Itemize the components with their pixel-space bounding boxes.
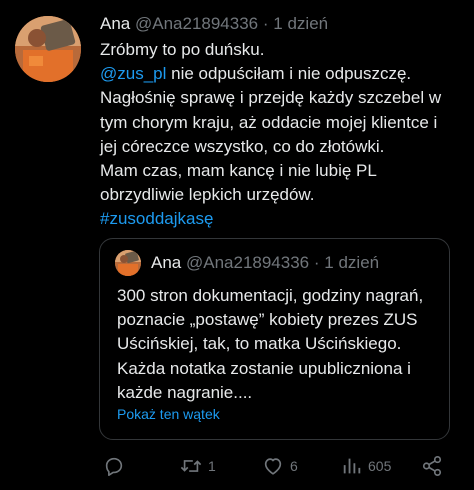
- tweet-line: Zróbmy to po duńsku.: [100, 40, 265, 59]
- quoted-tweet[interactable]: Ana @Ana21894336 · 1 dzień 300 stron dok…: [99, 238, 450, 440]
- quoted-avatar-image: [115, 250, 141, 276]
- avatar-image: [15, 16, 81, 82]
- tweet-line: Nagłośnię sprawę i przejdę każdy szczebe…: [100, 88, 442, 108]
- quoted-author-name[interactable]: Ana: [151, 253, 181, 272]
- retweet-icon: [180, 460, 202, 472]
- show-thread-link[interactable]: Pokaż ten wątek: [117, 404, 220, 424]
- separator-dot: ·: [262, 14, 269, 33]
- hashtag-link[interactable]: #zusoddajkasę: [100, 207, 464, 231]
- action-bar: 1 6 605: [0, 448, 474, 484]
- retweet-count: 1: [208, 458, 216, 474]
- reply-icon: [105, 457, 123, 476]
- like-button[interactable]: 6: [261, 448, 298, 484]
- tweet-line: tym chorym kraju, aż oddacie mojej klien…: [100, 112, 438, 132]
- separator-dot: ·: [313, 253, 320, 272]
- views-button[interactable]: 605: [341, 448, 391, 484]
- tweet-line: obrzydliwie lepkich urzędów.: [100, 185, 315, 205]
- tweet-header: Ana @Ana21894336 · 1 dzień: [100, 12, 328, 36]
- tweet-timestamp[interactable]: 1 dzień: [273, 14, 328, 33]
- quoted-tweet-text: 300 stron dokumentacji, godziny nagrań, …: [117, 284, 442, 405]
- views-count: 605: [368, 458, 392, 474]
- views-icon: [343, 458, 361, 474]
- quoted-line: każde nagranie....: [117, 382, 253, 402]
- share-icon: [422, 456, 442, 476]
- avatar[interactable]: [15, 16, 81, 82]
- tweet-line: Mam czas, mam kancę i nie lubię PL: [100, 161, 377, 181]
- tweet-line: jej córeczce wszystko, co do złotówki.: [100, 136, 385, 156]
- quoted-line: Uścińskiej, tak, to matka Uścińskiego.: [117, 334, 402, 354]
- quoted-line: Każda notatka zostanie upubliczniona i: [117, 358, 411, 378]
- quoted-author-handle[interactable]: @Ana21894336: [186, 253, 309, 272]
- tweet-line-text: nie odpuściłam i nie odpuszczę.: [166, 64, 412, 84]
- quoted-timestamp[interactable]: 1 dzień: [324, 253, 379, 272]
- quoted-line: 300 stron dokumentacji, godziny nagrań,: [117, 286, 424, 305]
- retweet-button[interactable]: 1: [179, 448, 216, 484]
- quoted-tweet-header: Ana @Ana21894336 · 1 dzień: [151, 251, 379, 275]
- share-button[interactable]: [421, 448, 448, 484]
- tweet-text: Zróbmy to po duńsku. @zus_pl nie odpuści…: [100, 38, 464, 232]
- tweet[interactable]: Ana @Ana21894336 · 1 dzień Zróbmy to po …: [0, 0, 474, 490]
- author-name[interactable]: Ana: [100, 14, 130, 33]
- quoted-line: poznacie „postawę” kobiety prezes ZUS: [117, 310, 418, 330]
- reply-button[interactable]: [103, 448, 130, 484]
- author-handle[interactable]: @Ana21894336: [135, 14, 258, 33]
- heart-icon: [264, 458, 282, 475]
- like-count: 6: [290, 458, 298, 474]
- mention-link[interactable]: @zus_pl: [100, 64, 166, 83]
- tweet-line: @zus_pl nie odpuściłam i nie odpuszczę.: [100, 62, 464, 86]
- quoted-avatar[interactable]: [115, 250, 141, 276]
